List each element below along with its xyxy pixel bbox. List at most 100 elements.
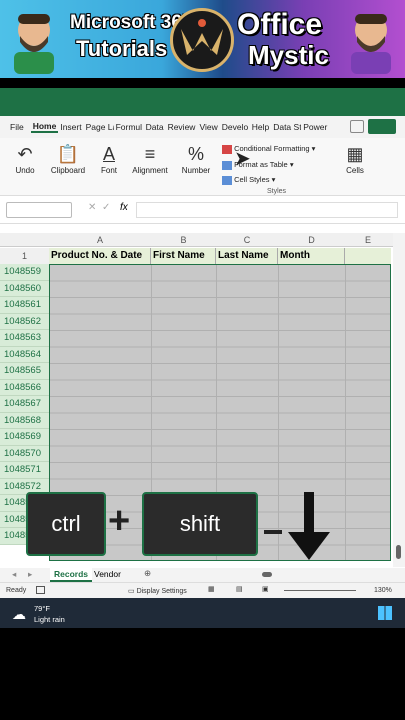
alignment-group[interactable]: ≡ Alignment bbox=[128, 142, 172, 175]
tab-home[interactable]: Home bbox=[30, 121, 59, 133]
row-number[interactable]: 1048562 bbox=[0, 313, 49, 330]
tab-review[interactable]: Review bbox=[166, 122, 198, 132]
status-ready: Ready bbox=[6, 587, 27, 594]
cell-a1[interactable]: Product No. & Date bbox=[49, 248, 151, 264]
cell-b1[interactable]: First Name bbox=[151, 248, 216, 264]
horizontal-scrollbar[interactable] bbox=[262, 572, 272, 577]
vertical-scrollbar[interactable] bbox=[393, 233, 405, 567]
formula-bar: ✕ ✓ fx bbox=[0, 196, 405, 224]
tab-data[interactable]: Data bbox=[144, 122, 166, 132]
col-header-c[interactable]: C bbox=[216, 235, 278, 245]
select-all-corner[interactable] bbox=[0, 233, 49, 247]
tab-page-layout[interactable]: Page La bbox=[84, 122, 114, 132]
col-header-b[interactable]: B bbox=[151, 235, 216, 245]
row-number[interactable]: 1 bbox=[0, 248, 49, 264]
row-number[interactable]: 1048565 bbox=[0, 363, 49, 380]
tab-data-streamer[interactable]: Data St bbox=[271, 122, 301, 132]
row-number[interactable]: 1048570 bbox=[0, 445, 49, 462]
windows-taskbar: ☁ 79°F Light rain bbox=[0, 598, 405, 628]
cell-c1[interactable]: Last Name bbox=[216, 248, 278, 264]
cell-styles-button[interactable]: Cell Styles ▾ bbox=[222, 175, 275, 185]
row-number[interactable]: 1048566 bbox=[0, 379, 49, 396]
weather-icon: ☁ bbox=[12, 606, 26, 622]
undo-label: Undo bbox=[15, 166, 35, 175]
cell-styles-label: Cell Styles bbox=[234, 175, 270, 184]
mouse-cursor-icon: ➤ bbox=[234, 148, 251, 170]
row-number[interactable]: 1048567 bbox=[0, 396, 49, 413]
row-number[interactable]: 1048563 bbox=[0, 330, 49, 347]
sheet-tab-vendor[interactable]: Vendor bbox=[94, 569, 121, 579]
down-arrow-icon bbox=[286, 492, 332, 567]
row-number[interactable]: 1048571 bbox=[0, 462, 49, 479]
row-number[interactable]: 1048560 bbox=[0, 280, 49, 297]
minus-sign bbox=[264, 530, 282, 534]
tab-help[interactable]: Help bbox=[250, 122, 271, 132]
scroll-thumb[interactable] bbox=[396, 545, 401, 559]
row-number[interactable]: 1048568 bbox=[0, 412, 49, 429]
tab-developer[interactable]: Develo bbox=[220, 122, 250, 132]
avatar-right bbox=[345, 8, 397, 74]
title-bar bbox=[0, 88, 405, 116]
page-break-icon[interactable]: ▣ bbox=[262, 585, 269, 593]
tab-view[interactable]: View bbox=[197, 122, 219, 132]
brand-mystic: Mystic bbox=[248, 40, 329, 70]
zoom-slider[interactable] bbox=[284, 590, 356, 591]
sheet-nav-left-icon[interactable]: ◂ bbox=[12, 569, 16, 580]
sheet-tab-bar: ◂ ▸ Records Vendor ⊕ bbox=[0, 568, 405, 582]
cell-styles-icon bbox=[222, 175, 232, 185]
row-number[interactable]: 1048569 bbox=[0, 429, 49, 446]
percent-icon: % bbox=[187, 144, 204, 164]
undo-icon: ↶ bbox=[17, 144, 33, 164]
share-button[interactable] bbox=[368, 119, 396, 134]
normal-view-icon[interactable]: ▦ bbox=[208, 585, 215, 593]
row-number[interactable]: 1048561 bbox=[0, 297, 49, 314]
cancel-icon[interactable]: ✕ bbox=[88, 202, 96, 213]
weather-desc: Light rain bbox=[34, 615, 65, 624]
fx-icon[interactable]: fx bbox=[120, 202, 128, 213]
styles-group-label: Styles bbox=[267, 188, 287, 195]
tab-formulas[interactable]: Formul bbox=[114, 122, 144, 132]
undo-group[interactable]: ↶ Undo bbox=[8, 142, 42, 175]
cells-group[interactable]: ▦ Cells bbox=[340, 142, 370, 175]
page-layout-icon[interactable]: ▤ bbox=[236, 585, 243, 593]
cells-icon: ▦ bbox=[346, 144, 364, 164]
number-label: Number bbox=[181, 166, 211, 175]
col-header-d[interactable]: D bbox=[278, 235, 345, 245]
col-header-e[interactable]: E bbox=[345, 235, 391, 245]
accessibility-icon[interactable] bbox=[36, 586, 45, 594]
alignment-label: Alignment bbox=[132, 166, 168, 175]
alignment-icon: ≡ bbox=[144, 144, 156, 164]
comments-icon[interactable] bbox=[350, 120, 364, 133]
cell-d1[interactable]: Month bbox=[278, 248, 345, 264]
windows-start-icon[interactable] bbox=[378, 606, 392, 620]
banner-line2: Tutorials bbox=[76, 36, 168, 61]
row-number[interactable]: 1048559 bbox=[0, 264, 49, 281]
format-as-table-button[interactable]: Format as Table ▾ bbox=[222, 160, 294, 170]
formula-input[interactable] bbox=[136, 202, 398, 218]
channel-banner: Microsoft 365 Tutorials Office Mystic bbox=[0, 0, 405, 78]
tab-file[interactable]: File bbox=[8, 122, 26, 132]
brand-office: Office bbox=[237, 8, 323, 41]
col-header-a[interactable]: A bbox=[49, 235, 151, 245]
header-row: 1 Product No. & Date First Name Last Nam… bbox=[0, 248, 391, 264]
excel-window: File Home Insert Page La Formul Data Rev… bbox=[0, 88, 405, 628]
enter-icon[interactable]: ✓ bbox=[102, 202, 110, 213]
avatar-left bbox=[8, 8, 60, 74]
sheet-tab-records[interactable]: Records bbox=[50, 568, 93, 582]
font-icon: A bbox=[102, 144, 115, 164]
zoom-level[interactable]: 130% bbox=[374, 587, 392, 594]
ctrl-key: ctrl bbox=[26, 492, 106, 556]
font-group[interactable]: A Font bbox=[94, 142, 124, 175]
clipboard-group[interactable]: 📋 Clipboard bbox=[46, 142, 90, 175]
sheet-nav-right-icon[interactable]: ▸ bbox=[28, 569, 32, 580]
office-mystic-logo bbox=[170, 8, 234, 72]
row-number[interactable]: 1048564 bbox=[0, 346, 49, 363]
number-group[interactable]: % Number bbox=[178, 142, 214, 175]
add-sheet-icon[interactable]: ⊕ bbox=[144, 568, 151, 579]
name-box[interactable] bbox=[6, 202, 72, 218]
cell-e1[interactable] bbox=[345, 248, 391, 264]
tab-insert[interactable]: Insert bbox=[58, 122, 83, 132]
display-settings-button[interactable]: ▭ Display Settings bbox=[128, 587, 187, 595]
shift-key: shift bbox=[142, 492, 258, 556]
tab-power[interactable]: Power bbox=[301, 122, 329, 132]
